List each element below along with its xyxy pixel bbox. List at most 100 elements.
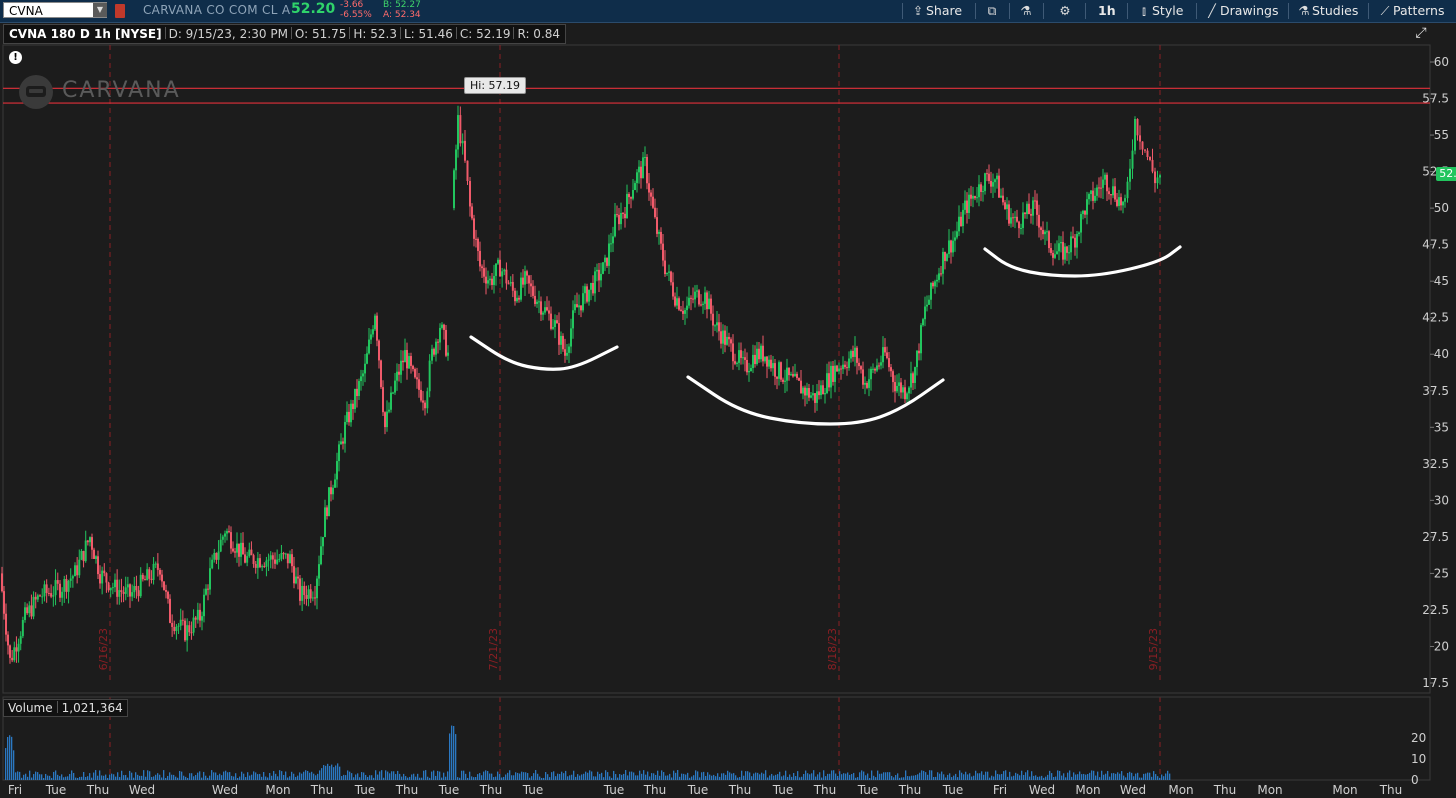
volume-bar [223, 771, 225, 780]
volume-bar [561, 771, 563, 780]
volume-bar [339, 766, 341, 780]
candle-body [738, 350, 740, 363]
timeframe-button[interactable]: 1h [1098, 0, 1116, 22]
candle-body [455, 149, 457, 171]
candle-body [664, 260, 666, 275]
volume-bar [353, 777, 355, 780]
candle-body [1024, 212, 1026, 215]
candle-body [1016, 216, 1018, 222]
share-button[interactable]: ⇪ Share [910, 0, 962, 22]
volume-bar [1047, 774, 1049, 780]
candle-body [246, 556, 249, 563]
volume-bar [829, 773, 831, 780]
candle-body [514, 290, 516, 302]
candle-body [1052, 252, 1054, 258]
volume-bar [513, 775, 515, 780]
volume-bar [777, 774, 779, 780]
volume-bar [695, 770, 697, 780]
volume-bar [527, 773, 529, 780]
volume-bar [543, 777, 545, 780]
volume-bar [649, 776, 651, 780]
candle-body [493, 275, 495, 285]
y-tick-label: 42.5 [1422, 311, 1449, 325]
candle-body [1096, 187, 1098, 196]
candle-body [1042, 229, 1044, 235]
y-tick-label: 25 [1434, 566, 1449, 580]
candle-body [962, 209, 964, 227]
patterns-button[interactable]: ⟋ Patterns [1377, 0, 1445, 22]
candle-body [686, 305, 688, 311]
volume-bar [477, 774, 479, 780]
candle-body [718, 322, 720, 332]
candle-body [372, 329, 374, 335]
price-chart[interactable]: 6/16/23 7/21/23 8/18/23 9/15/23 60 57.5 55 52.… [0, 23, 1456, 798]
volume-bar [357, 773, 359, 780]
volume-bar [99, 770, 101, 780]
volume-bar [17, 771, 19, 780]
style-button[interactable]: ⫾ Style [1136, 0, 1183, 22]
volume-bar [181, 771, 183, 780]
candle-body [910, 373, 912, 388]
candle-body [1139, 135, 1141, 142]
volume-bar [1001, 773, 1003, 780]
candle-body [358, 381, 360, 397]
volume-bar [525, 772, 527, 780]
chart-settings-icon[interactable]: ⤢ [1410, 25, 1432, 43]
studies-button[interactable]: ⚗ Studies [1296, 0, 1358, 22]
candle-body [812, 393, 814, 396]
candle-body [293, 566, 295, 584]
candle-body [672, 282, 674, 297]
drawings-button[interactable]: ╱ Drawings [1204, 0, 1278, 22]
candle-body [690, 297, 692, 299]
candle-body [618, 214, 620, 225]
x-tick-label: Thu [1379, 783, 1403, 797]
candle-body [52, 595, 55, 597]
candle-body [179, 619, 182, 626]
candle-body [501, 271, 504, 277]
symbol-dropdown-icon[interactable]: ▼ [93, 3, 107, 17]
screenshot-button[interactable]: ⧉ [984, 0, 1000, 22]
volume-bar [445, 776, 447, 780]
flag-icon[interactable] [115, 4, 125, 18]
volume-bar [635, 775, 637, 780]
candle-body [888, 358, 890, 368]
y-tick-label: 47.5 [1422, 238, 1449, 252]
volume-bar [611, 777, 613, 780]
candle-body [540, 301, 542, 315]
x-tick-label: Tue [687, 783, 709, 797]
volume-bar [19, 771, 21, 780]
symbol-input[interactable]: CVNA [3, 2, 107, 18]
studies-icon: ⚗ [1298, 3, 1310, 18]
alert-icon[interactable]: ! [9, 51, 22, 64]
volume-bar [301, 773, 303, 780]
candle-body [410, 356, 412, 366]
candle-body [384, 412, 386, 428]
volume-bar [675, 772, 677, 780]
candle-body [1108, 191, 1110, 195]
candle-body [816, 391, 818, 403]
candle-body [1070, 236, 1072, 253]
volume-bar [975, 770, 977, 780]
settings-button[interactable]: ⚙ [1057, 0, 1073, 22]
volume-bar [461, 770, 463, 780]
candle-body [1159, 175, 1161, 178]
volume-bar [953, 775, 955, 780]
volume-bar [979, 773, 981, 780]
candle-body [181, 619, 184, 621]
volume-bar [509, 770, 511, 780]
volume-bar [1093, 770, 1095, 780]
candle-body [328, 487, 330, 517]
flask-button[interactable]: ⚗ [1018, 0, 1034, 22]
volume-bar [657, 770, 659, 780]
candle-body [700, 304, 702, 306]
candle-body [82, 550, 85, 562]
candle-body [726, 336, 728, 345]
candle-body [503, 269, 506, 272]
candle-body [332, 487, 334, 495]
candle-body [882, 347, 884, 363]
volume-bar [773, 775, 775, 780]
volume-bar [373, 777, 375, 780]
volume-bar [1033, 775, 1035, 780]
x-tick-label: Mon [1257, 783, 1282, 797]
candle-body [314, 597, 316, 599]
